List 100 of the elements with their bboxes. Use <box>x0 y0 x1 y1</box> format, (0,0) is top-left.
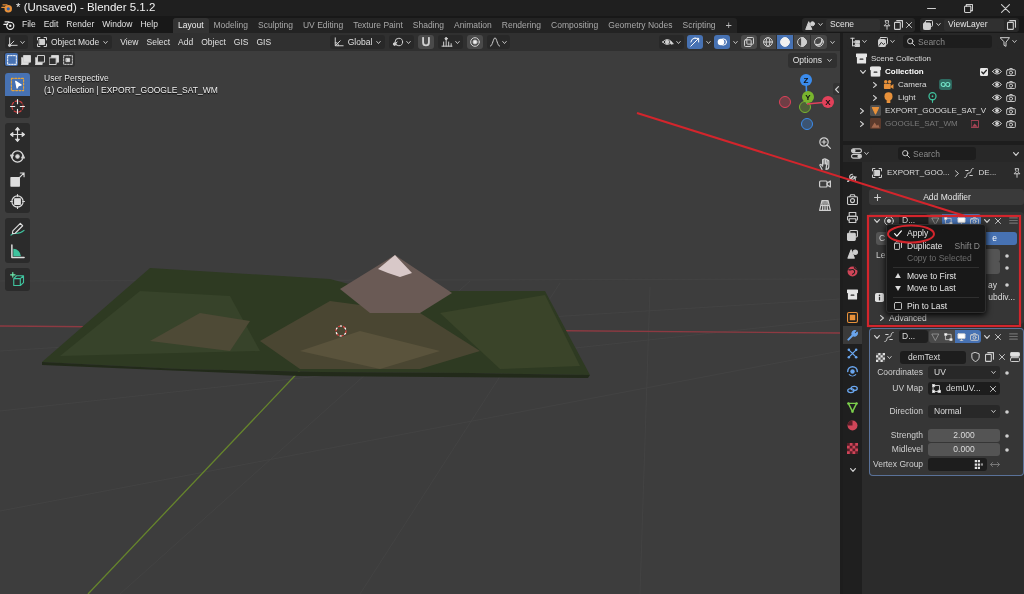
negative-axis-handle[interactable] <box>779 96 791 108</box>
caret-right-icon[interactable] <box>860 107 864 114</box>
orientation-dropdown[interactable]: Global <box>329 35 386 49</box>
menu-item[interactable]: Window <box>98 20 137 29</box>
toggle-button[interactable] <box>741 35 757 49</box>
outliner-item[interactable]: Light <box>898 93 916 102</box>
image-stack-icon[interactable] <box>923 19 933 30</box>
drag-handle-icon[interactable] <box>1009 217 1018 224</box>
pin-icon[interactable] <box>883 19 891 30</box>
shading-button[interactable] <box>811 35 827 49</box>
editor-type-button[interactable] <box>848 146 872 161</box>
toggle-button[interactable] <box>955 330 968 343</box>
workspace-tab[interactable]: Rendering <box>496 17 546 33</box>
eye-icon[interactable] <box>992 94 1002 101</box>
camera-icon[interactable] <box>1006 93 1016 102</box>
menu-item[interactable]: GIS <box>252 37 276 47</box>
shading-button[interactable] <box>794 35 810 49</box>
eye-icon[interactable] <box>992 120 1002 127</box>
swap-arrows-icon[interactable] <box>990 461 1000 468</box>
menu-item[interactable]: Pin to Last <box>887 299 985 312</box>
close-icon[interactable] <box>906 21 912 28</box>
toggle-button[interactable] <box>418 35 435 49</box>
eye-icon[interactable] <box>992 107 1002 114</box>
keyframe-dot-icon[interactable] <box>1005 283 1009 287</box>
eye-icon[interactable] <box>992 68 1002 75</box>
scene-name-field[interactable]: Scene <box>826 18 880 31</box>
menu-item[interactable]: View <box>116 37 143 47</box>
toggle-button[interactable] <box>687 35 703 49</box>
dropdown[interactable]: Normal <box>928 405 1000 418</box>
caret-icon[interactable] <box>733 40 738 44</box>
falloff-dropdown[interactable] <box>487 35 511 49</box>
shield-icon[interactable] <box>971 352 980 362</box>
copy-icon[interactable] <box>985 352 994 362</box>
toggle-button[interactable] <box>929 330 942 343</box>
caret-down-icon[interactable] <box>860 69 866 74</box>
shading-button[interactable] <box>777 35 793 49</box>
caret-down-icon[interactable] <box>874 334 880 339</box>
caret-right-icon[interactable] <box>873 94 877 101</box>
axis-handle[interactable]: Y <box>802 91 814 103</box>
menu-item[interactable]: Help <box>136 20 162 29</box>
mode-dropdown[interactable]: Object Mode <box>33 35 113 49</box>
caret-icon[interactable] <box>984 218 990 223</box>
close-icon[interactable] <box>990 385 996 392</box>
tool-button[interactable] <box>5 268 30 291</box>
number-field[interactable]: 0.000 <box>928 443 1000 456</box>
add-modifier-button[interactable]: Add Modifier <box>869 189 1024 205</box>
select-mode-button[interactable] <box>19 53 32 66</box>
checker-icon[interactable] <box>876 352 885 362</box>
keyframe-dot-icon[interactable] <box>1005 409 1009 414</box>
menu-item[interactable]: Select <box>142 37 175 47</box>
workspace-tab[interactable]: Animation <box>448 17 497 33</box>
close-icon[interactable] <box>995 217 1001 224</box>
search-field[interactable]: Search <box>898 147 976 160</box>
close-icon[interactable] <box>995 333 1001 340</box>
tool-button[interactable] <box>5 123 30 146</box>
view-layer-name-field[interactable]: ViewLayer <box>944 18 1004 31</box>
menu-item[interactable]: Move to First <box>887 269 985 282</box>
camera-icon[interactable] <box>1006 106 1016 115</box>
menu-item[interactable]: Add <box>174 37 198 47</box>
shading-button[interactable] <box>760 35 776 49</box>
menu-item[interactable]: File <box>18 20 40 29</box>
caret-icon[interactable] <box>984 334 990 339</box>
tool-button[interactable] <box>5 218 30 241</box>
workspace-tab[interactable]: Sculpting <box>253 17 298 33</box>
add-workspace-button[interactable]: + <box>720 19 738 33</box>
texture-name-field[interactable]: demText <box>900 350 966 364</box>
negative-axis-handle[interactable] <box>801 118 813 130</box>
workspace-tab[interactable]: Shading <box>407 17 449 33</box>
options-dropdown[interactable]: Options <box>787 53 837 68</box>
search-field[interactable]: demUV... <box>928 382 1000 395</box>
menu-item[interactable]: Duplicate Shift D <box>887 239 985 252</box>
caret-right-icon[interactable] <box>873 81 877 88</box>
workspace-tab[interactable]: UV Editing <box>297 17 349 33</box>
toggle-icon[interactable] <box>1010 352 1020 362</box>
keyframe-dot-icon[interactable] <box>1005 447 1009 452</box>
copy-icon[interactable] <box>894 19 903 30</box>
workspace-tab[interactable]: Scripting <box>677 17 721 33</box>
number-field[interactable]: 2.000 <box>928 429 1000 442</box>
menu-item[interactable]: Edit <box>39 20 63 29</box>
copy-icon[interactable] <box>1007 19 1016 30</box>
menu-item[interactable]: Move to Last <box>887 282 985 295</box>
toggle-button[interactable] <box>968 330 981 343</box>
select-mode-button[interactable] <box>33 53 46 66</box>
checkbox-icon[interactable] <box>980 67 988 76</box>
zoom-icon[interactable] <box>819 137 831 149</box>
camera-icon[interactable] <box>1006 119 1016 128</box>
toggle-button[interactable] <box>714 35 730 49</box>
caret-icon[interactable] <box>849 468 856 472</box>
menu-item[interactable]: Apply <box>887 227 985 240</box>
sidebar-toggle[interactable] <box>833 83 840 95</box>
caret-down-icon[interactable] <box>874 218 880 223</box>
camera-icon[interactable] <box>1006 67 1016 76</box>
perspective-grid-icon[interactable] <box>819 198 831 211</box>
workspace-tab[interactable]: Texture Paint <box>348 17 408 33</box>
caret-icon[interactable] <box>1013 151 1019 156</box>
input-field[interactable] <box>928 458 987 471</box>
hand-icon[interactable] <box>819 157 831 170</box>
workspace-tab[interactable]: Compositing <box>546 17 604 33</box>
tool-button[interactable] <box>5 190 30 213</box>
toggle-button[interactable] <box>467 35 484 49</box>
